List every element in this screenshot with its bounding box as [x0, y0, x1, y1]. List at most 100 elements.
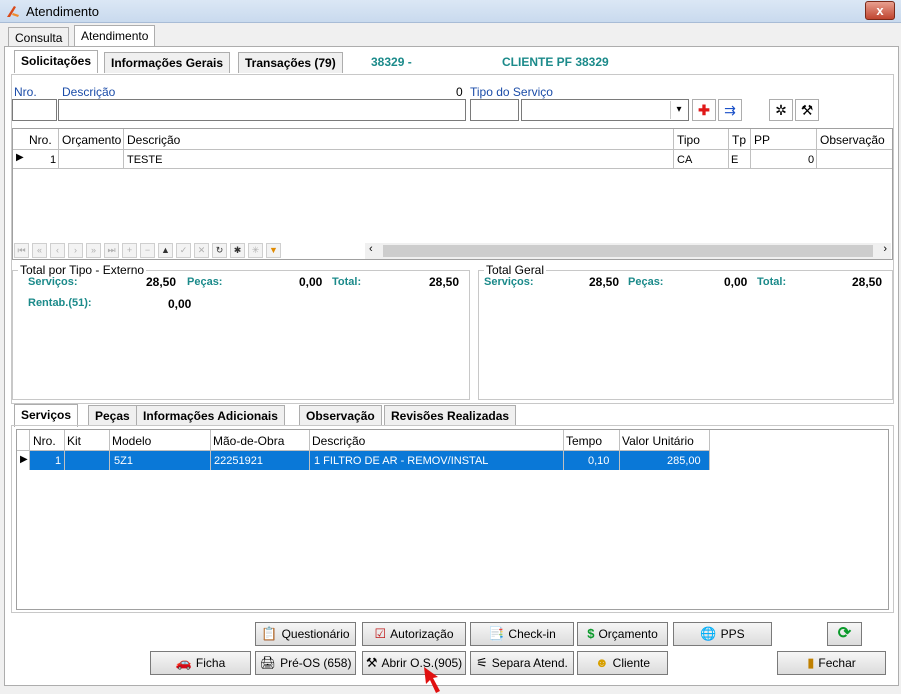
refresh-small-button[interactable]: ↻ — [212, 243, 227, 258]
col-kit[interactable]: Kit — [67, 434, 81, 448]
filter-icon[interactable]: ▼ — [266, 243, 281, 258]
goto-bookmark-button[interactable]: ✳ — [248, 243, 263, 258]
abrir-os-button[interactable]: ⚒ Abrir O.S.(905) — [362, 651, 466, 675]
tool-icon[interactable]: ✲ — [769, 99, 793, 121]
row-indicator-icon: ▶ — [16, 152, 24, 163]
col-divider — [109, 430, 110, 470]
ficha-button[interactable]: 🚗 Ficha — [150, 651, 251, 675]
col-valor-unitario[interactable]: Valor Unitário — [622, 434, 694, 448]
close-button[interactable]: x — [865, 1, 895, 20]
col-tp[interactable]: Tp — [732, 133, 746, 147]
next-page-button[interactable]: » — [86, 243, 101, 258]
tab-label: Informações Adicionais — [143, 409, 278, 423]
pre-os-button[interactable]: 🖨 Pré-OS (658) — [255, 651, 356, 675]
tab-revisoes-realizadas[interactable]: Revisões Realizadas — [384, 405, 517, 426]
col-orcamento[interactable]: Orçamento — [62, 133, 121, 147]
tab-solicitacoes[interactable]: Solicitações — [14, 50, 99, 73]
first-record-button[interactable]: ⏮ — [14, 243, 29, 258]
col-descricao[interactable]: Descrição — [127, 133, 180, 147]
nro-label: Nro. — [14, 85, 37, 99]
orcamento-button[interactable]: $ Orçamento — [577, 622, 668, 646]
tab-label: Solicitações — [21, 54, 92, 68]
car-icon: 🚗 — [175, 655, 192, 670]
col-divider — [123, 129, 124, 169]
delete-record-button[interactable]: − — [140, 243, 155, 258]
col-observacao[interactable]: Observação — [820, 133, 885, 147]
move-items-icon[interactable]: ⇉ — [718, 99, 742, 121]
button-label: PPS — [720, 627, 745, 641]
refresh-button[interactable]: ⟳ — [827, 622, 862, 646]
insert-record-button[interactable]: + — [122, 243, 137, 258]
tab-servicos[interactable]: Serviços — [14, 404, 79, 427]
servicos-geral-label: Serviços: — [484, 276, 534, 288]
wrench-icon[interactable]: ⚒ — [795, 99, 819, 121]
checkin-button[interactable]: 📑 Check-in — [470, 622, 574, 646]
bookmark-button[interactable]: ✱ — [230, 243, 245, 258]
fechar-button[interactable]: ▮ Fechar — [777, 651, 886, 675]
questionario-button[interactable]: 📋 Questionário — [255, 622, 356, 646]
tab-label: Consulta — [15, 31, 63, 45]
tab-transacoes[interactable]: Transações (79) — [238, 52, 343, 73]
tipo-servico-label: Tipo do Serviço — [470, 85, 553, 99]
col-nro[interactable]: Nro. — [33, 434, 56, 448]
pecas-value: 0,00 — [299, 275, 323, 289]
next-record-button[interactable]: › — [68, 243, 83, 258]
edit-up-button[interactable]: ▲ — [158, 243, 173, 258]
button-label: Questionário — [281, 627, 350, 641]
cancel-edit-button[interactable]: ✕ — [194, 243, 209, 258]
scroll-thumb[interactable] — [383, 245, 873, 257]
tab-observacao[interactable]: Observação — [299, 405, 382, 426]
app-icon — [7, 6, 19, 17]
col-mao-de-obra[interactable]: Mão-de-Obra — [213, 434, 284, 448]
tab-atendimento[interactable]: Atendimento — [74, 25, 156, 47]
col-divider — [750, 129, 751, 169]
button-label: Cliente — [612, 656, 651, 670]
cell-mao-de-obra: 22251921 — [214, 455, 263, 467]
atendimento-code: 38329 - — [371, 55, 412, 69]
cell-nro: 1 — [55, 455, 62, 467]
col-divider — [619, 430, 620, 470]
nro-input[interactable] — [12, 99, 57, 121]
tab-consulta[interactable]: Consulta — [8, 27, 70, 47]
servicos-label: Serviços: — [28, 276, 78, 288]
row-indicator-icon: ▶ — [20, 454, 28, 465]
printer-icon: 🖨 — [259, 655, 277, 670]
total-geral-label: Total: — [757, 276, 787, 288]
last-record-button[interactable]: ⏭ — [104, 243, 119, 258]
scroll-left-icon[interactable]: ‹ — [369, 243, 373, 255]
cell-descricao: TESTE — [127, 154, 163, 166]
autorizacao-button[interactable]: ☑ Autorização — [362, 622, 466, 646]
scroll-right-icon[interactable]: › — [883, 243, 887, 255]
post-button[interactable]: ✓ — [176, 243, 191, 258]
cliente-button[interactable]: ☻ Cliente — [577, 651, 668, 675]
tab-informacoes-gerais[interactable]: Informações Gerais — [104, 52, 231, 73]
pecas-label: Peças: — [187, 276, 223, 288]
col-tipo[interactable]: Tipo — [677, 133, 700, 147]
tab-pecas[interactable]: Peças — [88, 405, 137, 426]
col-descricao[interactable]: Descrição — [312, 434, 365, 448]
col-tempo[interactable]: Tempo — [566, 434, 602, 448]
prior-page-button[interactable]: « — [32, 243, 47, 258]
cell-pp: 0 — [808, 154, 815, 166]
chevron-down-icon[interactable]: ▾ — [670, 101, 687, 119]
separa-atend-button[interactable]: ⚟ Separa Atend. — [470, 651, 574, 675]
total-geral-value: 28,50 — [852, 275, 883, 289]
pointer-arrow-icon — [424, 667, 440, 693]
prior-record-button[interactable]: ‹ — [50, 243, 65, 258]
col-divider — [64, 430, 65, 470]
cell-tp: E — [731, 154, 739, 166]
tab-label: Serviços — [21, 408, 72, 422]
col-nro[interactable]: Nro. — [29, 133, 52, 147]
pps-button[interactable]: 🌐 PPS — [673, 622, 772, 646]
col-pp[interactable]: PP — [754, 133, 770, 147]
tipo-servico-select[interactable]: ▾ — [521, 99, 689, 121]
col-modelo[interactable]: Modelo — [112, 434, 151, 448]
col-divider — [58, 129, 59, 169]
descricao-input[interactable] — [58, 99, 466, 121]
add-red-cross-icon[interactable]: ✚ — [692, 99, 716, 121]
tipo-servico-code-input[interactable] — [470, 99, 519, 121]
rentab-value: 0,00 — [168, 297, 192, 311]
horizontal-scrollbar[interactable]: ‹ › — [365, 243, 891, 259]
button-label: Fechar — [818, 656, 856, 670]
tab-informacoes-adicionais[interactable]: Informações Adicionais — [136, 405, 285, 426]
